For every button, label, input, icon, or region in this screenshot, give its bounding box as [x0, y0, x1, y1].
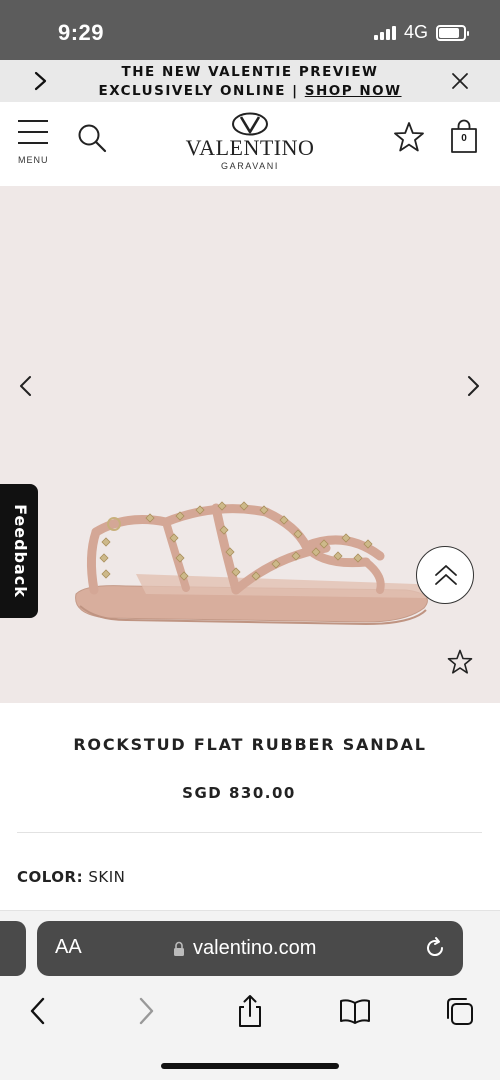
scroll-to-top-button[interactable]: [416, 546, 474, 604]
product-price: SGD 830.00: [182, 784, 296, 802]
feedback-button[interactable]: Feedback: [0, 484, 38, 618]
star-icon[interactable]: [446, 648, 474, 676]
divider: [17, 832, 482, 833]
browser-bottom-bar: AA valentino.com: [0, 910, 500, 1080]
menu-label: MENU: [18, 155, 49, 165]
url-display[interactable]: valentino.com: [173, 937, 316, 960]
hamburger-icon: [18, 120, 52, 144]
bag-count: 0: [461, 133, 467, 144]
brand-logo-link[interactable]: VALENTINO GARAVANI: [180, 112, 320, 171]
promo-banner: THE NEW VALENTIE PREVIEW EXCLUSIVELY ONL…: [0, 60, 500, 102]
close-icon[interactable]: [450, 71, 470, 91]
reader-settings-button[interactable]: AA: [55, 936, 82, 959]
brand-name: VALENTINO: [185, 135, 315, 160]
url-text: valentino.com: [193, 937, 317, 959]
signal-icon: [373, 25, 396, 40]
address-bar[interactable]: AA valentino.com: [37, 921, 463, 976]
product-title: ROCKSTUD FLAT RUBBER SANDAL: [73, 735, 427, 754]
back-icon[interactable]: [22, 993, 54, 1029]
status-time: 9:29: [58, 20, 105, 45]
shopping-bag-button[interactable]: 0: [448, 118, 480, 154]
search-icon[interactable]: [76, 122, 108, 154]
chevron-left-icon[interactable]: [16, 374, 36, 398]
tabs-icon[interactable]: [444, 993, 476, 1029]
previous-tab-peek[interactable]: [0, 921, 26, 976]
status-indicators: 4G: [373, 22, 469, 43]
star-icon[interactable]: [392, 120, 426, 154]
battery-icon: [436, 24, 469, 41]
color-label: COLOR:: [17, 868, 84, 886]
valentino-logo: [232, 112, 268, 136]
reload-icon[interactable]: [423, 936, 447, 960]
feedback-label: Feedback: [11, 504, 30, 598]
promo-message: THE NEW VALENTIE PREVIEW EXCLUSIVELY ONL…: [62, 63, 438, 101]
browser-toolbar: [0, 993, 500, 1033]
chevron-right-icon[interactable]: [463, 374, 483, 398]
color-selector[interactable]: COLOR: SKIN: [17, 868, 125, 886]
site-header: MENU VALENTINO GARAVANI 0: [0, 102, 500, 186]
status-bar: 9:29 4G: [0, 0, 500, 60]
shop-now-link[interactable]: SHOP NOW: [305, 83, 402, 99]
forward-icon[interactable]: [130, 993, 162, 1029]
double-chevron-up-icon: [435, 565, 457, 585]
home-indicator[interactable]: [161, 1063, 339, 1069]
chevron-right-icon[interactable]: [30, 69, 52, 93]
product-gallery: Feedback: [0, 186, 500, 703]
product-image: [75, 501, 432, 626]
battery-level: [439, 27, 460, 38]
network-type: 4G: [403, 22, 428, 42]
color-value: SKIN: [88, 868, 126, 886]
lock-icon: [174, 941, 184, 956]
book-icon[interactable]: [338, 993, 372, 1029]
brand-subname: GARAVANI: [221, 161, 279, 171]
share-icon[interactable]: [234, 993, 266, 1029]
